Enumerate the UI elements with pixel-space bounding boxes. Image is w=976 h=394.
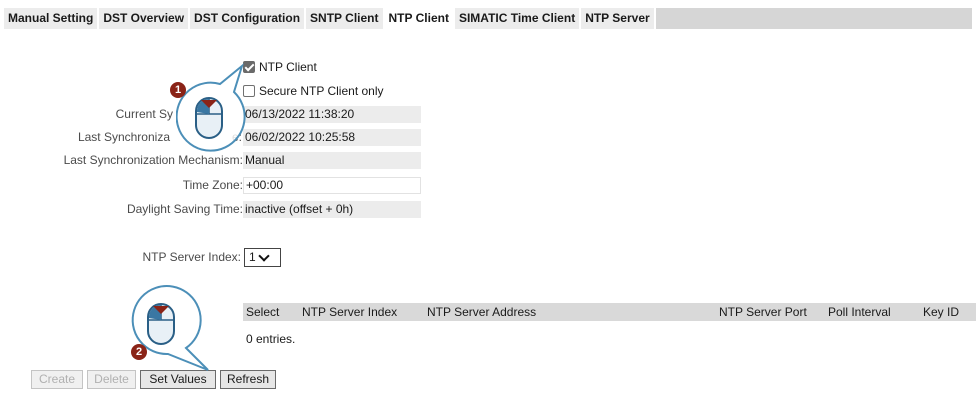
column-server-port[interactable]: NTP Server Port — [719, 303, 807, 321]
tab-dst-overview[interactable]: DST Overview — [99, 8, 191, 29]
last-sync-value: 06/02/2022 10:25:58 — [243, 129, 421, 146]
column-server-index[interactable]: NTP Server Index — [302, 303, 397, 321]
ntp-client-checkbox-label: NTP Client — [259, 60, 317, 74]
server-index-label: NTP Server Index: — [142, 250, 241, 264]
mouse-click-callout-1 — [176, 63, 246, 152]
mechanism-value: Manual — [243, 152, 421, 169]
tab-manual-setting[interactable]: Manual Setting — [4, 8, 100, 29]
tab-bar: Manual Setting DST Overview DST Configur… — [4, 8, 972, 29]
secure-ntp-checkbox-label: Secure NTP Client only — [259, 84, 384, 98]
secure-ntp-row: Secure NTP Client only — [243, 84, 384, 98]
timezone-input[interactable]: +00:00 — [243, 177, 421, 194]
dst-label: Daylight Saving Time: — [126, 202, 243, 216]
last-sync-label: Last Synchroniza — [77, 130, 170, 144]
current-time-value: 06/13/2022 11:38:20 — [243, 106, 421, 123]
callout-badge-2: 2 — [131, 344, 147, 360]
create-button[interactable]: Create — [31, 370, 83, 389]
table-entries-count: 0 entries. — [246, 332, 296, 346]
server-table-header: Select NTP Server Index NTP Server Addre… — [243, 303, 976, 321]
tab-ntp-server[interactable]: NTP Server — [581, 8, 656, 29]
tab-ntp-client[interactable]: NTP Client — [384, 8, 455, 29]
server-index-select-value: 1 — [249, 250, 256, 264]
column-poll-interval[interactable]: Poll Interval — [828, 303, 891, 321]
column-select[interactable]: Select — [246, 303, 279, 321]
column-key-id[interactable]: Key ID — [923, 303, 959, 321]
mouse-icon — [195, 97, 223, 139]
mouse-click-callout-2 — [131, 285, 209, 371]
callout-badge-1: 1 — [170, 82, 186, 98]
mouse-icon — [147, 303, 175, 345]
dst-value: inactive (offset + 0h) — [243, 201, 421, 218]
tab-dst-configuration[interactable]: DST Configuration — [190, 8, 307, 29]
current-time-label: Current Sy — [115, 107, 173, 121]
tab-sntp-client[interactable]: SNTP Client — [306, 8, 385, 29]
refresh-button[interactable]: Refresh — [220, 370, 276, 389]
server-index-select[interactable]: 1 — [244, 248, 281, 267]
column-server-address[interactable]: NTP Server Address — [427, 303, 536, 321]
timezone-label: Time Zone: — [182, 178, 243, 192]
chevron-down-icon — [258, 250, 270, 262]
tab-simatic-time-client[interactable]: SIMATIC Time Client — [454, 8, 582, 29]
